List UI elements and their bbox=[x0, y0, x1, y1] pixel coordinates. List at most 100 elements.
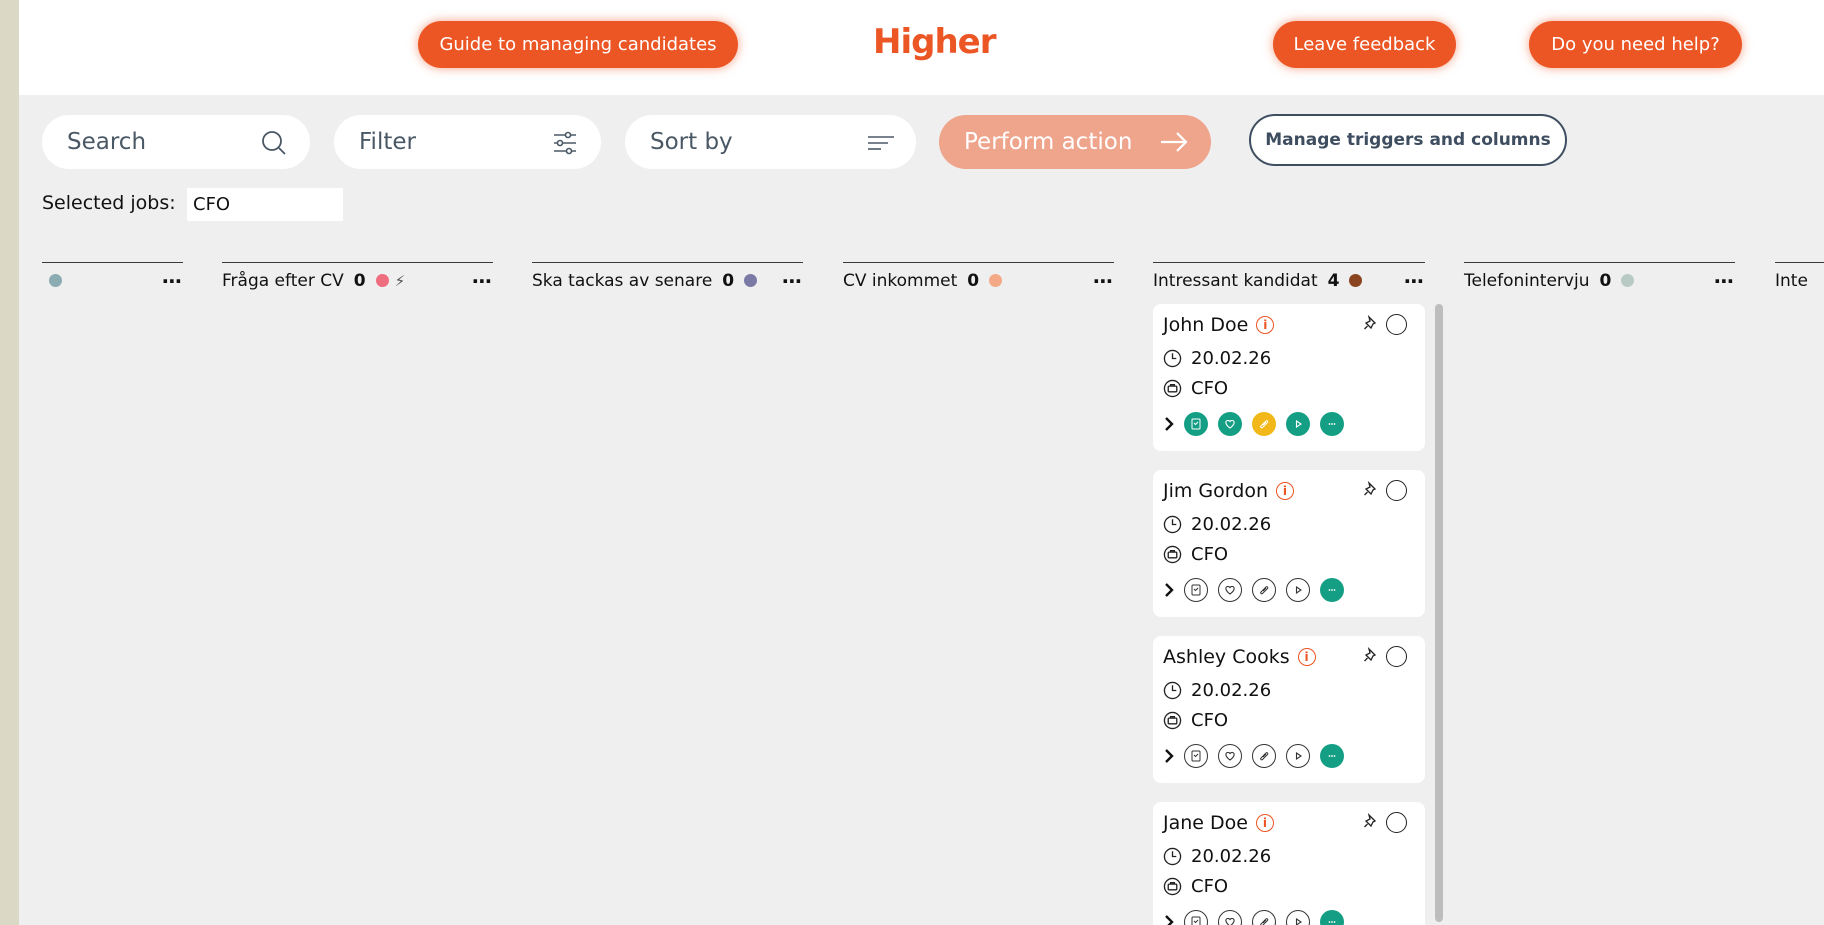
left-edge-strip bbox=[0, 0, 19, 925]
select-checkbox[interactable] bbox=[1386, 314, 1407, 335]
briefcase-icon bbox=[1163, 711, 1182, 730]
column-header: Inte bbox=[1775, 262, 1824, 298]
higher-logo[interactable]: Higher bbox=[873, 22, 996, 62]
column-header: Ska tackas av senare 0 ⋯ bbox=[532, 262, 803, 298]
heart-icon[interactable] bbox=[1218, 578, 1242, 602]
heart-icon[interactable] bbox=[1218, 412, 1242, 436]
date-row: 20.02.26 bbox=[1163, 514, 1271, 535]
candidate-date: 20.02.26 bbox=[1191, 348, 1272, 369]
candidate-card[interactable]: John Doe i 20.02.26 CFO bbox=[1153, 304, 1425, 451]
filter-label: Filter bbox=[359, 129, 416, 155]
leave-feedback-button[interactable]: Leave feedback bbox=[1273, 21, 1456, 68]
column-more-icon[interactable]: ⋯ bbox=[1714, 269, 1735, 293]
chat-icon[interactable] bbox=[1320, 412, 1344, 436]
paperclip-icon[interactable] bbox=[1252, 910, 1276, 925]
column-color-dot bbox=[744, 274, 758, 287]
play-icon[interactable] bbox=[1286, 412, 1310, 436]
briefcase-icon bbox=[1163, 379, 1182, 398]
perform-action-label: Perform action bbox=[964, 129, 1133, 155]
chevron-right-icon[interactable] bbox=[1163, 582, 1175, 598]
candidate-card[interactable]: Ashley Cooks i 20.02.26 CFO bbox=[1153, 636, 1425, 783]
select-checkbox[interactable] bbox=[1386, 480, 1407, 501]
clock-icon bbox=[1163, 349, 1182, 368]
date-row: 20.02.26 bbox=[1163, 348, 1271, 369]
column-name: Inte bbox=[1775, 270, 1808, 291]
chat-icon[interactable] bbox=[1320, 910, 1344, 925]
arrow-right-icon bbox=[1161, 132, 1188, 152]
magic-wand-icon[interactable]: ⚡ bbox=[395, 272, 406, 290]
sort-by-button[interactable]: Sort by bbox=[625, 115, 916, 169]
pin-icon[interactable] bbox=[1363, 647, 1379, 665]
search-input[interactable]: Search bbox=[42, 115, 310, 169]
sort-lines-icon bbox=[868, 136, 894, 150]
info-icon[interactable]: i bbox=[1256, 316, 1275, 334]
filter-button[interactable]: Filter bbox=[334, 115, 601, 169]
pin-icon[interactable] bbox=[1363, 315, 1379, 333]
column-name: Intressant kandidat bbox=[1153, 270, 1318, 291]
column-more-icon[interactable]: ⋯ bbox=[782, 269, 803, 293]
job-row: CFO bbox=[1163, 876, 1228, 897]
candidate-job: CFO bbox=[1191, 876, 1229, 897]
column-header: Fråga efter CV 0 ⚡ ⋯ bbox=[222, 262, 493, 298]
guide-button[interactable]: Guide to managing candidates bbox=[418, 21, 738, 68]
chat-icon[interactable] bbox=[1320, 578, 1344, 602]
column-color-dot bbox=[989, 274, 1003, 287]
pin-icon[interactable] bbox=[1363, 481, 1379, 499]
candidate-name-text: Jane Doe bbox=[1163, 812, 1248, 834]
job-row: CFO bbox=[1163, 710, 1228, 731]
candidate-name[interactable]: Ashley Cooks i bbox=[1163, 646, 1316, 668]
paperclip-icon[interactable] bbox=[1252, 412, 1276, 436]
sort-label: Sort by bbox=[650, 129, 733, 155]
briefcase-icon bbox=[1163, 545, 1182, 564]
clipboard-icon[interactable] bbox=[1184, 744, 1208, 768]
column-more-icon[interactable]: ⋯ bbox=[162, 269, 183, 293]
info-icon[interactable]: i bbox=[1255, 814, 1274, 832]
clipboard-icon[interactable] bbox=[1184, 412, 1208, 436]
candidate-card[interactable]: Jim Gordon i 20.02.26 CFO bbox=[1153, 470, 1425, 617]
manage-triggers-button[interactable]: Manage triggers and columns bbox=[1249, 114, 1567, 166]
chevron-right-icon[interactable] bbox=[1163, 416, 1175, 432]
chevron-right-icon[interactable] bbox=[1163, 748, 1175, 764]
candidate-name-text: John Doe bbox=[1163, 314, 1249, 336]
candidate-date: 20.02.26 bbox=[1191, 514, 1272, 535]
play-icon[interactable] bbox=[1286, 578, 1310, 602]
column-more-icon[interactable]: ⋯ bbox=[1404, 269, 1425, 293]
paperclip-icon[interactable] bbox=[1252, 744, 1276, 768]
play-icon[interactable] bbox=[1286, 744, 1310, 768]
candidate-actions bbox=[1163, 744, 1354, 768]
column-more-icon[interactable]: ⋯ bbox=[472, 269, 493, 293]
clipboard-icon[interactable] bbox=[1184, 910, 1208, 925]
column-count: 0 bbox=[1599, 270, 1612, 291]
column-color-dot bbox=[49, 274, 62, 287]
sliders-icon bbox=[554, 131, 576, 155]
candidate-job: CFO bbox=[1191, 544, 1229, 565]
select-checkbox[interactable] bbox=[1386, 646, 1407, 667]
search-placeholder: Search bbox=[67, 129, 147, 155]
candidate-card[interactable]: Jane Doe i 20.02.26 CFO bbox=[1153, 802, 1425, 925]
heart-icon[interactable] bbox=[1218, 744, 1242, 768]
chevron-right-icon[interactable] bbox=[1163, 914, 1175, 925]
column-more-icon[interactable]: ⋯ bbox=[1093, 269, 1114, 293]
info-icon[interactable]: i bbox=[1275, 482, 1294, 500]
column-name: Telefonintervju bbox=[1464, 270, 1590, 291]
clock-icon bbox=[1163, 515, 1182, 534]
pin-icon[interactable] bbox=[1363, 813, 1379, 831]
column-name: Fråga efter CV bbox=[222, 270, 344, 291]
candidate-actions bbox=[1163, 578, 1354, 602]
select-checkbox[interactable] bbox=[1386, 812, 1407, 833]
column-scrollbar[interactable] bbox=[1435, 304, 1443, 922]
job-row: CFO bbox=[1163, 378, 1228, 399]
info-icon[interactable]: i bbox=[1297, 648, 1316, 666]
clipboard-icon[interactable] bbox=[1184, 578, 1208, 602]
selected-jobs-field[interactable]: CFO bbox=[187, 188, 343, 221]
heart-icon[interactable] bbox=[1218, 910, 1242, 925]
help-button[interactable]: Do you need help? bbox=[1529, 21, 1742, 68]
chat-icon[interactable] bbox=[1320, 744, 1344, 768]
candidate-name[interactable]: John Doe i bbox=[1163, 314, 1275, 336]
candidate-name[interactable]: Jane Doe i bbox=[1163, 812, 1274, 834]
paperclip-icon[interactable] bbox=[1252, 578, 1276, 602]
column-color-dot bbox=[1621, 274, 1635, 287]
perform-action-button[interactable]: Perform action bbox=[939, 115, 1211, 169]
play-icon[interactable] bbox=[1286, 910, 1310, 925]
candidate-name[interactable]: Jim Gordon i bbox=[1163, 480, 1294, 502]
